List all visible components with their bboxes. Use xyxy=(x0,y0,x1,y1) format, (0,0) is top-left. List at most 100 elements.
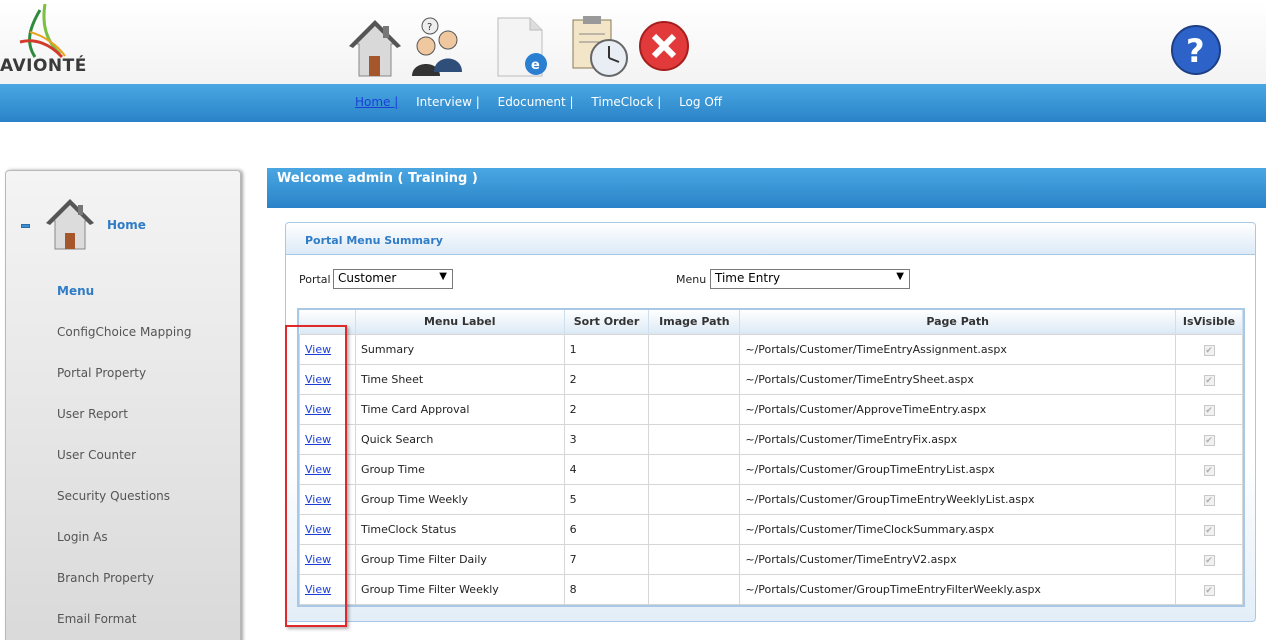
image-path-cell xyxy=(648,363,741,395)
nav-interview-link[interactable]: Interview | xyxy=(416,95,480,109)
isvisible-checkbox[interactable]: ✔ xyxy=(1203,434,1215,446)
sidebar-item-user-report[interactable]: User Report xyxy=(57,407,128,421)
isvisible-cell: ✔ xyxy=(1175,543,1243,575)
page-path-cell: ~/Portals/Customer/GroupTimeEntryFilterW… xyxy=(739,573,1176,605)
sidebar-item-portal-property[interactable]: Portal Property xyxy=(57,366,146,380)
isvisible-cell: ✔ xyxy=(1175,363,1243,395)
sidebar-item-user-counter[interactable]: User Counter xyxy=(57,448,136,462)
edocument-icon[interactable]: e xyxy=(492,14,552,80)
nav-links: Home | Interview | Edocument | TimeClock… xyxy=(355,95,736,109)
isvisible-cell: ✔ xyxy=(1175,453,1243,485)
dropdown-arrow-icon: ▼ xyxy=(896,271,904,282)
sort-order-cell: 4 xyxy=(563,453,650,485)
sort-order-cell: 3 xyxy=(563,423,650,455)
sort-order-cell: 6 xyxy=(563,513,650,545)
collapse-toggle-icon[interactable] xyxy=(21,224,30,228)
menu-label-cell: Time Card Approval xyxy=(354,393,565,425)
isvisible-checkbox[interactable]: ✔ xyxy=(1203,344,1215,356)
sort-order-cell: 1 xyxy=(563,333,650,365)
page-path-cell: ~/Portals/Customer/TimeEntrySheet.aspx xyxy=(739,363,1176,395)
sort-order-cell: 2 xyxy=(563,363,650,395)
svg-text:e: e xyxy=(531,58,540,73)
isvisible-checkbox[interactable]: ✔ xyxy=(1203,374,1215,386)
sidebar-item-login-as[interactable]: Login As xyxy=(57,530,108,544)
table-row: View TimeClock Status 6 ~/Portals/Customer/… xyxy=(299,513,1243,545)
logoff-icon[interactable] xyxy=(638,14,698,80)
image-path-cell xyxy=(648,573,741,605)
table-row: View Group Time Weekly 5 ~/Portals/Customer… xyxy=(299,483,1243,515)
column-header-sort-order: Sort Order xyxy=(564,310,650,334)
nav-home-link[interactable]: Home | xyxy=(355,95,398,109)
table-header-row: Menu Label Sort Order Image Path Page Pa… xyxy=(299,310,1243,334)
nav-edocument-link[interactable]: Edocument | xyxy=(498,95,574,109)
table-row: View Quick Search 3 ~/Portals/Customer/Time… xyxy=(299,423,1243,455)
menu-select-value: Time Entry xyxy=(715,271,781,285)
svg-text:?: ? xyxy=(427,22,432,33)
sidebar-item-branch-property[interactable]: Branch Property xyxy=(57,571,154,585)
sidebar-item-security-questions[interactable]: Security Questions xyxy=(57,489,170,503)
menu-label-cell: Group Time Filter Daily xyxy=(354,543,565,575)
sidebar: Home Menu ConfigChoice Mapping Portal Pr… xyxy=(5,170,241,640)
sidebar-home-label[interactable]: Home xyxy=(107,218,146,232)
sort-order-cell: 8 xyxy=(563,573,650,605)
sidebar-item-menu[interactable]: Menu xyxy=(57,284,94,298)
isvisible-checkbox[interactable]: ✔ xyxy=(1203,554,1215,566)
brand-name: AVIONTÉ xyxy=(0,56,87,76)
panel-header: Portal Menu Summary xyxy=(286,223,1255,255)
table-body: View Summary 1 ~/Portals/Customer/TimeEntry… xyxy=(299,333,1243,605)
nav-logoff-link[interactable]: Log Off xyxy=(679,95,722,109)
view-column-highlight xyxy=(285,325,347,627)
menu-select[interactable]: Time Entry ▼ xyxy=(710,269,910,289)
isvisible-cell: ✔ xyxy=(1175,393,1243,425)
image-path-cell xyxy=(648,543,741,575)
image-path-cell xyxy=(648,423,741,455)
isvisible-cell: ✔ xyxy=(1175,333,1243,365)
page-path-cell: ~/Portals/Customer/TimeEntryAssignment.a… xyxy=(739,333,1176,365)
page-path-cell: ~/Portals/Customer/TimeEntryFix.aspx xyxy=(739,423,1176,455)
isvisible-checkbox[interactable]: ✔ xyxy=(1203,494,1215,506)
column-header-menu-label: Menu Label xyxy=(355,310,565,334)
isvisible-checkbox[interactable]: ✔ xyxy=(1203,584,1215,596)
interview-icon[interactable]: ? xyxy=(406,14,466,80)
column-header-image-path: Image Path xyxy=(648,310,741,334)
sort-order-cell: 7 xyxy=(563,543,650,575)
menu-label-cell: Summary xyxy=(354,333,565,365)
portal-select-value: Customer xyxy=(338,271,397,285)
page-path-cell: ~/Portals/Customer/ApproveTimeEntry.aspx xyxy=(739,393,1176,425)
sidebar-item-configchoice-mapping[interactable]: ConfigChoice Mapping xyxy=(57,325,191,339)
image-path-cell xyxy=(648,393,741,425)
top-navbar: Home | Interview | Edocument | TimeClock… xyxy=(0,84,1266,122)
home-icon[interactable] xyxy=(345,14,405,80)
isvisible-checkbox[interactable]: ✔ xyxy=(1203,524,1215,536)
menu-grid: Menu Label Sort Order Image Path Page Pa… xyxy=(297,308,1245,607)
app-header: AVIONTÉ ? e ? xyxy=(0,0,1266,84)
image-path-cell xyxy=(648,333,741,365)
menu-label-cell: TimeClock Status xyxy=(354,513,565,545)
portal-select[interactable]: Customer ▼ xyxy=(333,269,453,289)
sort-order-cell: 5 xyxy=(563,483,650,515)
menu-label-cell: Group Time Filter Weekly xyxy=(354,573,565,605)
isvisible-checkbox[interactable]: ✔ xyxy=(1203,404,1215,416)
page-path-cell: ~/Portals/Customer/TimeClockSummary.aspx xyxy=(739,513,1176,545)
dropdown-arrow-icon: ▼ xyxy=(439,271,447,282)
menu-label-cell: Quick Search xyxy=(354,423,565,455)
isvisible-checkbox[interactable]: ✔ xyxy=(1203,464,1215,476)
welcome-text: Welcome admin ( Training ) xyxy=(277,171,478,186)
sort-order-cell: 2 xyxy=(563,393,650,425)
table-row: View Time Sheet 2 ~/Portals/Customer/TimeEn… xyxy=(299,363,1243,395)
help-icon[interactable]: ? xyxy=(1170,24,1222,76)
menu-label-cell: Time Sheet xyxy=(354,363,565,395)
nav-timeclock-link[interactable]: TimeClock | xyxy=(591,95,661,109)
timeclock-icon[interactable] xyxy=(569,14,629,80)
image-path-cell xyxy=(648,453,741,485)
home-icon xyxy=(46,199,94,250)
table-row: View Group Time 4 ~/Portals/Customer/GroupT… xyxy=(299,453,1243,485)
isvisible-cell: ✔ xyxy=(1175,423,1243,455)
sidebar-item-email-format[interactable]: Email Format xyxy=(57,612,136,626)
column-header-isvisible: IsVisible xyxy=(1175,310,1243,334)
menu-label: Menu xyxy=(676,273,707,286)
svg-text:?: ? xyxy=(1186,32,1205,70)
image-path-cell xyxy=(648,513,741,545)
menu-table: Menu Label Sort Order Image Path Page Pa… xyxy=(299,310,1243,605)
portal-label: Portal xyxy=(299,273,331,286)
